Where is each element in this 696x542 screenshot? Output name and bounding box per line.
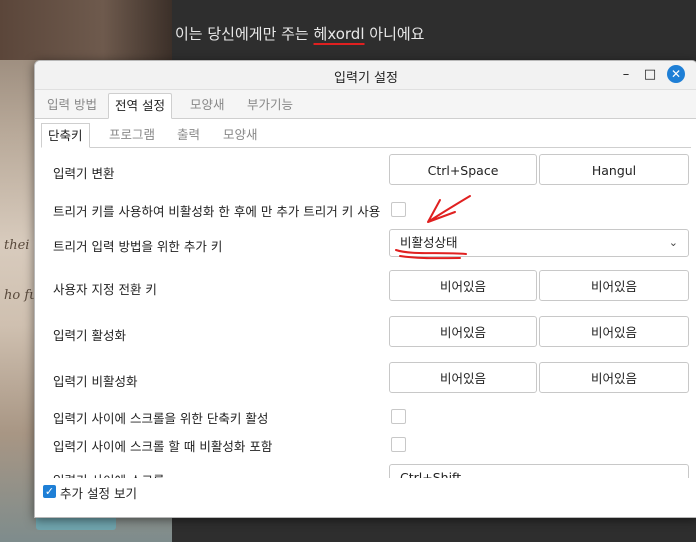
extra-trigger-label: 트리거 입력 방법을 위한 추가 키 [53, 239, 223, 254]
photo-dark-region [0, 0, 172, 60]
scroll-between-select[interactable]: Ctrl+Shift ⌄ [389, 464, 689, 478]
tab-input-methods[interactable]: 입력 방법 [41, 93, 103, 117]
handwriting-line: ho fu [4, 288, 38, 303]
title-bar[interactable]: 입력기 설정 – □ ✕ [35, 61, 696, 90]
tab-addons[interactable]: 부가기능 [241, 93, 299, 117]
custom-switch-key-1-button[interactable]: 비어있음 [389, 270, 537, 301]
shortcuts-panel: 입력기 변환 Ctrl+Space Hangul 트리거 키를 사용하여 비활성… [41, 148, 691, 478]
scroll-shortcut-checkbox[interactable] [391, 409, 406, 424]
background-text-part: 아니에요 [364, 25, 425, 43]
custom-switch-key-2-button[interactable]: 비어있음 [539, 270, 689, 301]
show-advanced-label: 추가 설정 보기 [60, 486, 137, 501]
show-advanced-checkbox[interactable]: ✓ [43, 485, 56, 498]
extra-trigger-value: 비활성상태 [400, 235, 458, 250]
scroll-shortcut-label: 입력기 사이에 스크롤을 위한 단축키 활성 [53, 411, 269, 426]
deactivate-key-2-button[interactable]: 비어있음 [539, 362, 689, 393]
tab-program[interactable]: 프로그램 [103, 123, 161, 146]
activate-key-2-button[interactable]: 비어있음 [539, 316, 689, 347]
chevron-down-icon: ⌄ [668, 471, 678, 478]
background-text-part: 이는 당신에게만 주는 [175, 25, 314, 43]
input-method-settings-dialog: 입력기 설정 – □ ✕ 입력 방법 전역 설정 모양새 부가기능 단축키 프로… [34, 60, 696, 518]
handwriting-line: thei [4, 238, 30, 253]
tab-global-settings[interactable]: 전역 설정 [108, 93, 172, 119]
toggle-im-label: 입력기 변환 [53, 166, 115, 181]
activate-key-1-button[interactable]: 비어있음 [389, 316, 537, 347]
extra-trigger-select[interactable]: 비활성상태 ⌄ [389, 229, 689, 257]
scroll-include-label: 입력기 사이에 스크롤 할 때 비활성화 포함 [53, 439, 273, 454]
background-text-underlined: 헤xordl [313, 25, 365, 43]
deactivate-key-1-button[interactable]: 비어있음 [389, 362, 537, 393]
maximize-button[interactable]: □ [639, 65, 661, 85]
minimize-button[interactable]: – [615, 65, 637, 85]
deactivate-label: 입력기 비활성화 [53, 374, 138, 389]
close-button[interactable]: ✕ [667, 65, 685, 83]
custom-switch-label: 사용자 지정 전환 키 [53, 282, 157, 297]
toggle-key-1-button[interactable]: Ctrl+Space [389, 154, 537, 185]
trigger-only-checkbox[interactable] [391, 202, 406, 217]
scroll-between-value: Ctrl+Shift [400, 470, 462, 478]
dialog-title: 입력기 설정 [334, 71, 398, 86]
scroll-between-label: 입력기 사이에 스크롤 [53, 470, 164, 478]
tab-shortcuts[interactable]: 단축키 [41, 123, 90, 148]
toggle-key-2-button[interactable]: Hangul [539, 154, 689, 185]
tab-appearance[interactable]: 모양새 [184, 93, 231, 117]
dialog-footer: ✓ 추가 설정 보기 [35, 481, 696, 517]
tab-sub-appearance[interactable]: 모양새 [217, 123, 264, 146]
tab-output[interactable]: 출력 [171, 123, 206, 146]
main-tab-bar: 입력 방법 전역 설정 모양새 부가기능 [35, 90, 696, 119]
trigger-only-label: 트리거 키를 사용하여 비활성화 한 후에 만 추가 트리거 키 사용 [53, 204, 381, 219]
sub-tab-bar: 단축키 프로그램 출력 모양새 [41, 121, 691, 148]
scroll-include-checkbox[interactable] [391, 437, 406, 452]
chevron-down-icon: ⌄ [668, 236, 678, 249]
activate-label: 입력기 활성화 [53, 328, 126, 343]
background-text: 이는 당신에게만 주는 헤xordl 아니에요 [175, 23, 424, 44]
